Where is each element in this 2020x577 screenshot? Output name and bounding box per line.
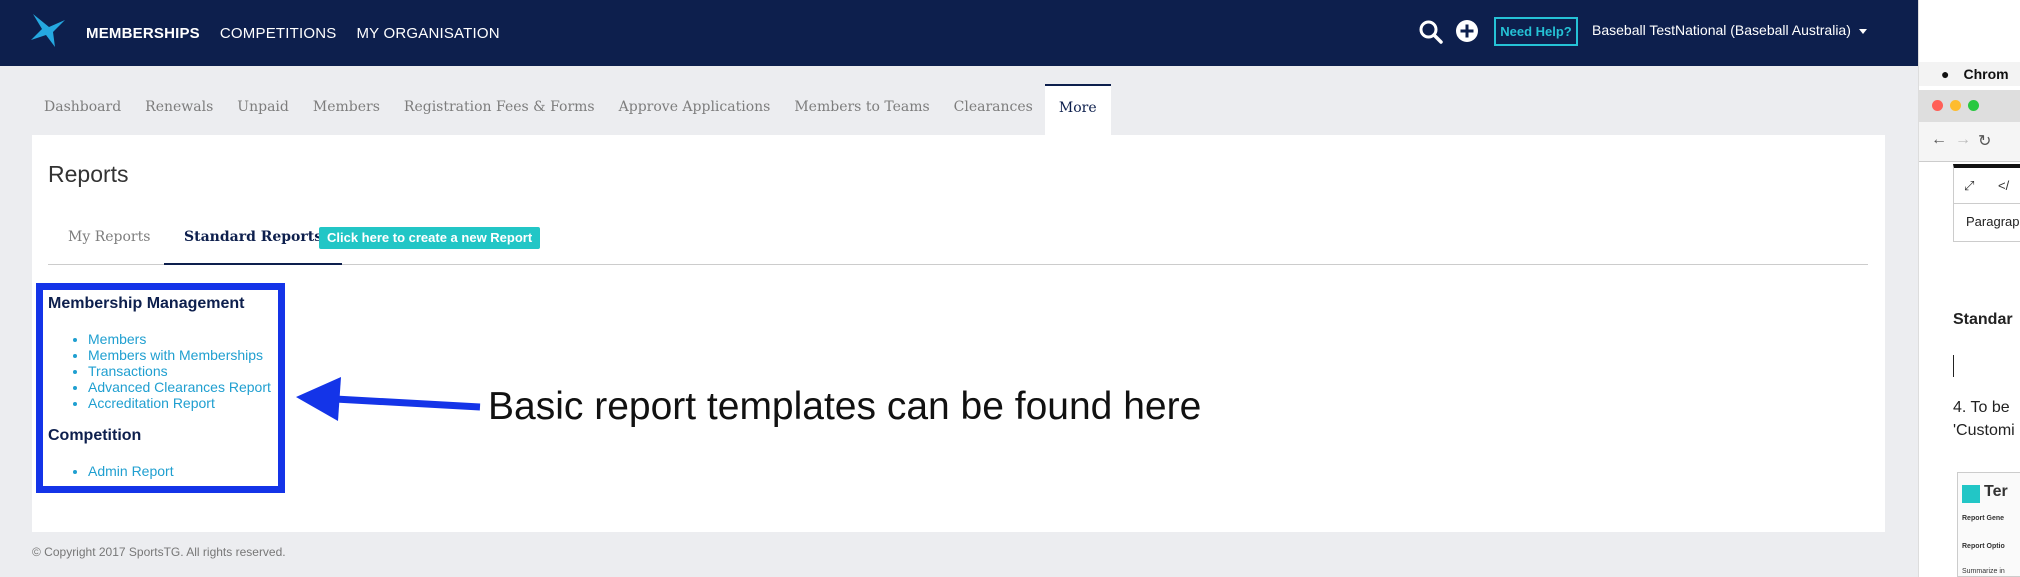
annotation-text: Basic report templates can be found here [488,385,1202,428]
box-line-1: Report Gene [1962,515,2005,522]
doc-step-line-1: 4. To be [1953,399,2010,416]
box-title: Ter [1984,483,2008,500]
forward-arrow-icon[interactable]: → [1955,131,1971,149]
browser-tab-strip [1919,90,2020,122]
doc-heading: Standar [1953,311,2013,328]
organisation-name: Baseball TestNational (Baseball Australi… [1592,22,1851,38]
tab-more[interactable]: More [1044,84,1111,135]
mac-menubar: ● Chrom [1919,62,2020,86]
create-report-button[interactable]: Click here to create a new Report [319,227,541,249]
code-icon[interactable]: </ [1998,178,2009,193]
maximize-window-icon[interactable] [1968,100,1979,111]
organisation-selector[interactable]: Baseball TestNational (Baseball Australi… [1592,22,1867,38]
tab-registration-fees-forms[interactable]: Registration Fees & Forms [392,84,607,135]
apple-icon[interactable]: ● [1941,66,1949,82]
tab-dashboard[interactable]: Dashboard [32,84,133,135]
side-browser-window: ● Chrom ← → ↻ ⤢ </ Paragrap Standar 4. T… [1918,0,2020,577]
embedded-screenshot: Ter Report Gene Report Optio Summarize i… [1957,472,2020,577]
template-icon [1962,485,1980,503]
tab-approve-applications[interactable]: Approve Applications [607,84,783,135]
tab-members-to-teams[interactable]: Members to Teams [782,84,941,135]
minimize-window-icon[interactable] [1950,100,1961,111]
nav-competitions[interactable]: COMPETITIONS [220,25,337,42]
close-window-icon[interactable] [1932,100,1943,111]
editor-toolbar: ⤢ </ [1953,164,2020,204]
expand-icon[interactable]: ⤢ [1964,178,1974,194]
tab-my-reports[interactable]: My Reports [48,215,170,265]
star-logo-icon[interactable] [29,12,67,48]
browser-toolbar: ← → ↻ [1919,122,2020,162]
back-arrow-icon[interactable]: ← [1931,131,1947,149]
box-line-3: Summarize in [1962,568,2005,575]
box-line-2: Report Optio [1962,543,2005,550]
need-help-button[interactable]: Need Help? [1494,17,1578,46]
tab-standard-reports[interactable]: Standard Reports [164,215,343,265]
page-title: Reports [48,161,129,187]
reload-icon[interactable]: ↻ [1978,131,1991,151]
annotation-highlight-box [36,283,285,493]
tab-members[interactable]: Members [301,84,392,135]
main-nav: MEMBERSHIPS COMPETITIONS MY ORGANISATION [86,0,500,66]
format-select[interactable]: Paragrap [1953,204,2020,242]
menubar-app-name[interactable]: Chrom [1963,66,2008,82]
caret-down-icon [1858,28,1867,34]
nav-memberships[interactable]: MEMBERSHIPS [86,25,200,42]
doc-step-line-2: 'Customi [1953,422,2015,439]
tab-clearances[interactable]: Clearances [942,84,1045,135]
tab-unpaid[interactable]: Unpaid [225,84,301,135]
reports-panel: Reports My Reports Standard Reports Clic… [32,135,1885,532]
nav-my-organisation[interactable]: MY ORGANISATION [356,25,499,42]
tab-renewals[interactable]: Renewals [133,84,225,135]
sub-nav: Dashboard Renewals Unpaid Members Regist… [32,84,1111,135]
add-circle-icon[interactable] [1455,19,1479,43]
text-cursor [1953,355,1954,377]
search-icon[interactable] [1418,19,1444,45]
top-navbar: MEMBERSHIPS COMPETITIONS MY ORGANISATION… [0,0,1918,66]
copyright-text: © Copyright 2017 SportsTG. All rights re… [32,545,286,559]
